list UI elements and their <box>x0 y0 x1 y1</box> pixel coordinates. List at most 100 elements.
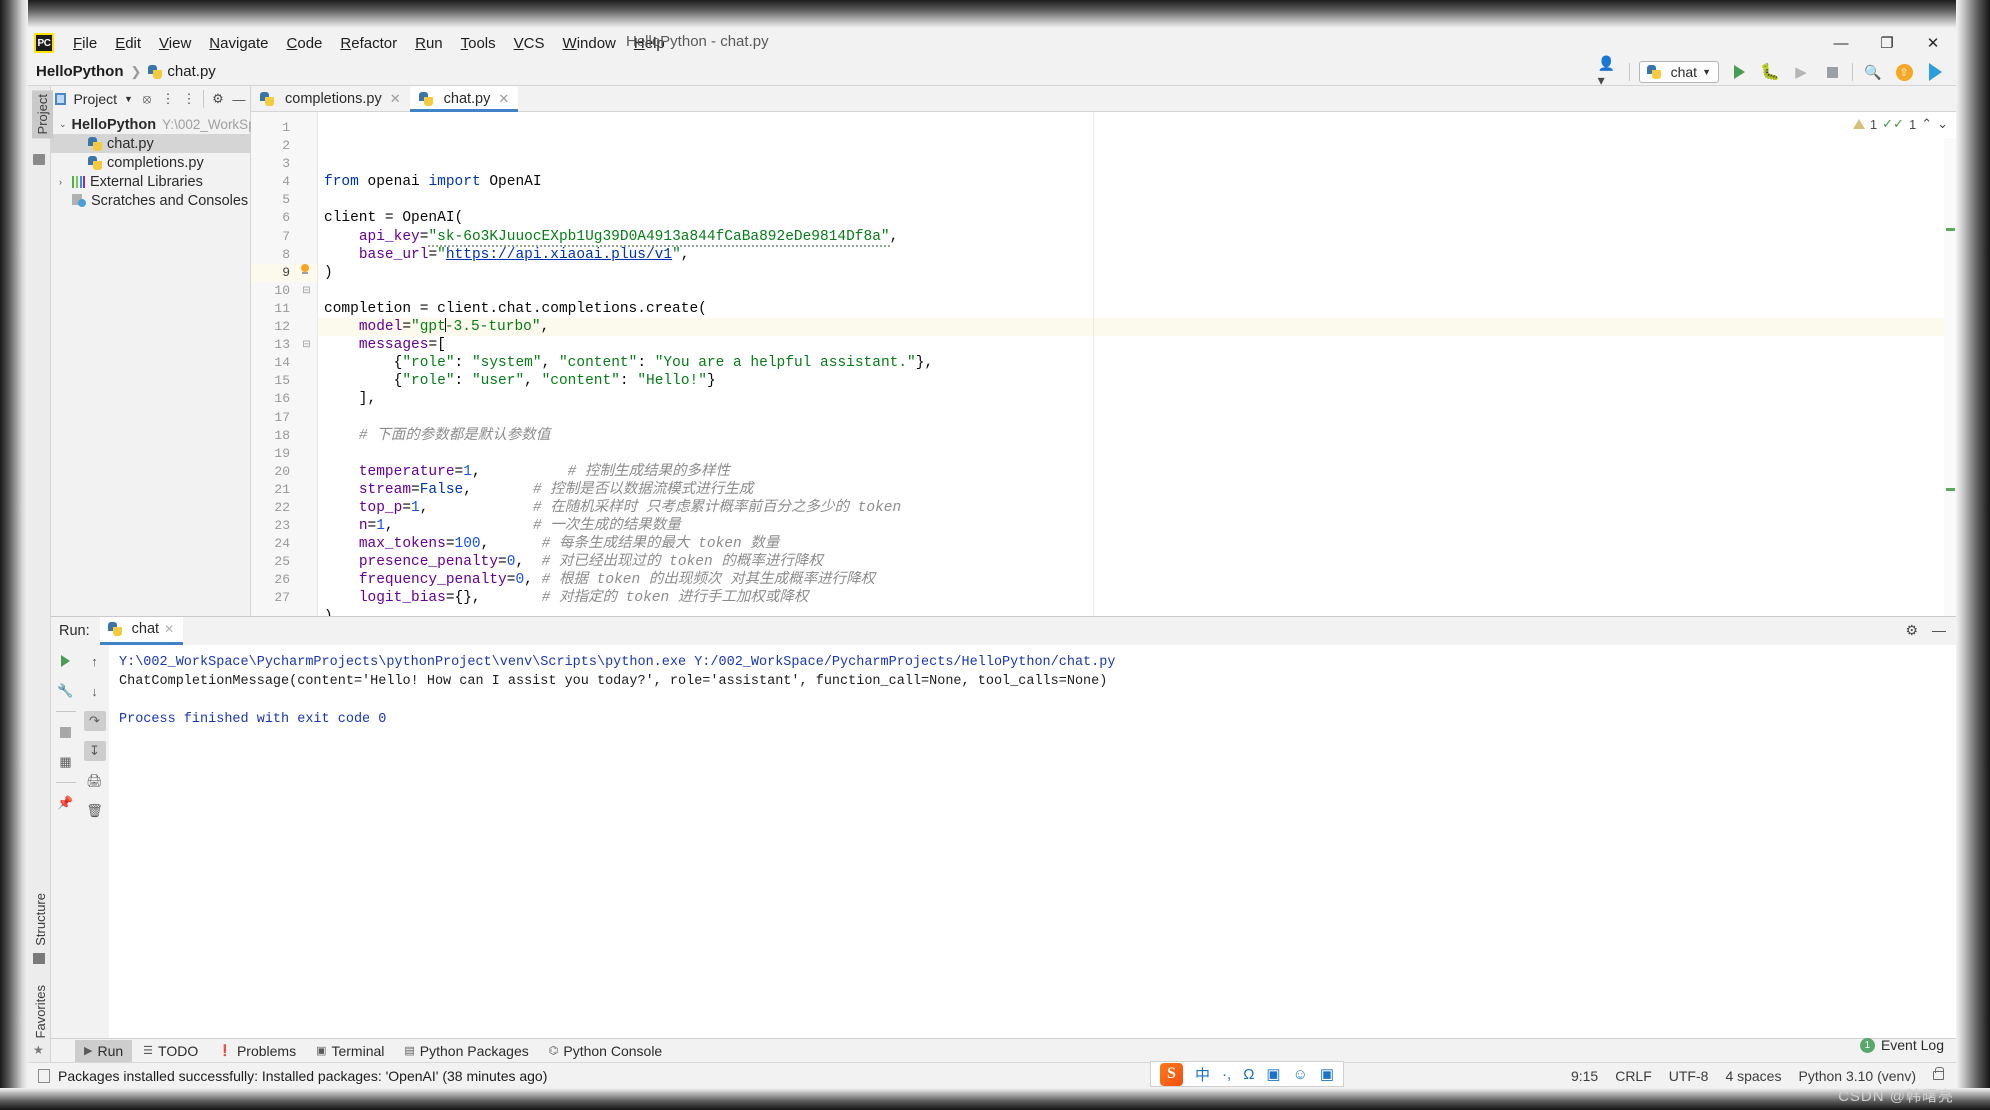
ime-symbol-icon[interactable]: Ω <box>1243 1066 1254 1083</box>
line-separator[interactable]: CRLF <box>1615 1068 1652 1084</box>
ime-toolbox-icon[interactable]: ▣ <box>1320 1065 1334 1083</box>
code-line[interactable] <box>318 282 1956 300</box>
scroll-up-icon[interactable]: ↑ <box>84 651 106 671</box>
fold-toggle-icon[interactable]: ⊟ <box>296 282 317 300</box>
code-line[interactable]: {"role": "system", "content": "You are a… <box>318 354 1956 372</box>
menu-item-view[interactable]: View <box>150 32 200 55</box>
run-configuration-selector[interactable]: chat ▼ <box>1638 61 1719 83</box>
menu-item-tools[interactable]: Tools <box>452 32 505 55</box>
tree-expand-arrow-icon[interactable]: › <box>59 177 72 187</box>
menu-item-vcs[interactable]: VCS <box>505 32 554 55</box>
code-line[interactable]: from openai import OpenAI <box>318 173 1956 191</box>
next-problem-icon[interactable]: ⌄ <box>1937 116 1948 132</box>
wrench-icon[interactable]: 🔧 <box>55 681 77 701</box>
code-text[interactable]: from openai import OpenAI client = OpenAI… <box>318 112 1956 616</box>
bottom-tool-python-packages[interactable]: ▤ Python Packages <box>395 1040 537 1062</box>
fold-gutter[interactable]: ⊟ ⊟ <box>296 112 318 616</box>
scroll-to-end-icon[interactable]: ↧ <box>83 741 106 761</box>
code-line[interactable]: base_url="https://api.xiaoai.plus/v1", <box>318 246 1956 264</box>
stop-button[interactable] <box>1821 61 1843 83</box>
tool-window-button-structure[interactable]: Structure <box>33 893 48 946</box>
bottom-tool-problems[interactable]: ❗ Problems <box>209 1040 305 1062</box>
code-line[interactable]: top_p=1, # 在随机采样时 只考虑累计概率前百分之多少的 token <box>318 499 1956 517</box>
project-tree-item[interactable]: completions.py <box>51 153 250 172</box>
code-line[interactable]: frequency_penalty=0, # 根据 token 的出现频次 对其… <box>318 571 1956 589</box>
search-icon[interactable]: 🔍 <box>1862 61 1884 83</box>
event-log-button[interactable]: 1 Event Log <box>1859 1037 1944 1053</box>
code-line[interactable]: # 下面的参数都是默认参数值 <box>318 427 1956 445</box>
code-line[interactable]: client = OpenAI( <box>318 209 1956 227</box>
print-icon[interactable]: 🖨 <box>84 771 106 791</box>
breadcrumb-file[interactable]: chat.py <box>167 63 215 80</box>
project-tree-item[interactable]: ⌄ HelloPython Y:\002_WorkSpace <box>51 115 277 134</box>
code-line[interactable]: ) <box>318 608 1956 616</box>
indent-setting[interactable]: 4 spaces <box>1725 1068 1781 1084</box>
ime-skin-icon[interactable]: ☺ <box>1293 1066 1308 1083</box>
interpreter[interactable]: Python 3.10 (venv) <box>1798 1068 1916 1084</box>
lock-icon[interactable] <box>1933 1067 1944 1080</box>
editor-scrollbar[interactable] <box>1944 138 1956 616</box>
minimize-button[interactable]: — <box>1818 28 1864 58</box>
menu-item-refactor[interactable]: Refactor <box>331 32 406 55</box>
breadcrumb-project[interactable]: HelloPython <box>36 63 124 80</box>
tree-expand-arrow-icon[interactable]: ⌄ <box>59 119 67 130</box>
tool-window-button-favorites[interactable]: Favorites <box>33 985 48 1038</box>
code-line[interactable]: presence_penalty=0, # 对已经出现过的 token 的概率进… <box>318 553 1956 571</box>
bottom-tool-python-console[interactable]: ⌬ Python Console <box>540 1040 671 1062</box>
debug-button[interactable]: 🐛 <box>1759 61 1781 83</box>
menu-item-code[interactable]: Code <box>278 32 332 55</box>
ime-handwriting-icon[interactable]: ▣ <box>1266 1065 1280 1083</box>
tool-window-button-project[interactable]: Project <box>32 90 53 139</box>
code-line[interactable]: stream=False, # 控制是否以数据流模式进行生成 <box>318 481 1956 499</box>
bottom-tool-todo[interactable]: ☰ TODO <box>134 1040 207 1062</box>
ime-punct-icon[interactable]: ·, <box>1222 1066 1231 1083</box>
code-line[interactable]: ) <box>318 264 1956 282</box>
code-line[interactable]: messages=[ <box>318 336 1956 354</box>
ai-assistant-icon[interactable] <box>1924 61 1946 83</box>
editor-tab-chat-py[interactable]: chat.py ✕ <box>409 86 519 112</box>
run-coverage-button[interactable]: ▶ <box>1790 61 1812 83</box>
close-icon[interactable]: ✕ <box>390 91 401 107</box>
code-line[interactable]: max_tokens=100, # 每条生成结果的最大 token 数量 <box>318 535 1956 553</box>
run-button[interactable] <box>1728 61 1750 83</box>
menu-item-window[interactable]: Window <box>554 32 625 55</box>
scroll-down-icon[interactable]: ↓ <box>84 681 106 701</box>
caret-position[interactable]: 9:15 <box>1571 1068 1598 1084</box>
code-line[interactable] <box>318 409 1956 427</box>
code-line[interactable]: completion = client.chat.completions.cre… <box>318 300 1956 318</box>
stop-icon[interactable] <box>55 722 77 742</box>
project-tree-item[interactable]: chat.py <box>51 134 250 153</box>
status-message[interactable]: Packages installed successfully: Install… <box>58 1068 547 1084</box>
close-button[interactable]: ✕ <box>1910 28 1956 58</box>
expand-all-icon[interactable]: ⋮ <box>161 91 175 107</box>
code-line[interactable]: temperature=1, # 控制生成结果的多样性 <box>318 463 1956 481</box>
close-icon[interactable]: ✕ <box>498 91 509 107</box>
editor-tab-completions-py[interactable]: completions.py ✕ <box>251 86 410 111</box>
inspection-widget[interactable]: 1 ✓✓ 1 ⌃ ⌄ <box>1852 116 1948 132</box>
update-project-icon[interactable]: ⇧ <box>1893 61 1915 83</box>
soft-wrap-icon[interactable]: ↷ <box>83 711 106 731</box>
collapse-all-icon[interactable]: ⋮ <box>182 91 196 107</box>
menu-item-file[interactable]: File <box>64 32 106 55</box>
code-line[interactable]: {"role": "user", "content": "Hello!"} <box>318 372 1956 390</box>
hide-icon[interactable]: — <box>232 92 246 107</box>
ime-mode-icon[interactable]: 中 <box>1195 1064 1210 1085</box>
run-tab-chat[interactable]: chat ✕ <box>99 617 184 645</box>
sogou-logo-icon[interactable]: S <box>1160 1062 1183 1086</box>
code-line[interactable]: n=1, # 一次生成的结果数量 <box>318 517 1956 535</box>
close-icon[interactable]: ✕ <box>164 622 174 636</box>
trash-icon[interactable]: 🗑 <box>84 801 106 821</box>
minimize-icon[interactable]: — <box>1932 622 1946 639</box>
fold-toggle-icon[interactable]: ⊟ <box>296 336 317 354</box>
project-tree-item[interactable]: Scratches and Consoles <box>51 191 250 210</box>
bottom-tool-terminal[interactable]: ▣ Terminal <box>307 1040 393 1062</box>
menu-item-run[interactable]: Run <box>406 32 452 55</box>
code-line[interactable]: model="gpt-3.5-turbo", <box>318 318 1956 337</box>
code-line[interactable]: api_key="sk-6o3KJuuocEXpb1Ug39D0A4913a84… <box>318 228 1956 247</box>
code-line[interactable]: ], <box>318 390 1956 408</box>
console-output[interactable]: Y:\002_WorkSpace\PycharmProjects\pythonP… <box>109 645 1956 1038</box>
code-line[interactable] <box>318 445 1956 463</box>
gear-icon[interactable]: ⚙ <box>211 91 225 107</box>
prev-problem-icon[interactable]: ⌃ <box>1921 116 1932 132</box>
code-line[interactable] <box>318 191 1956 209</box>
